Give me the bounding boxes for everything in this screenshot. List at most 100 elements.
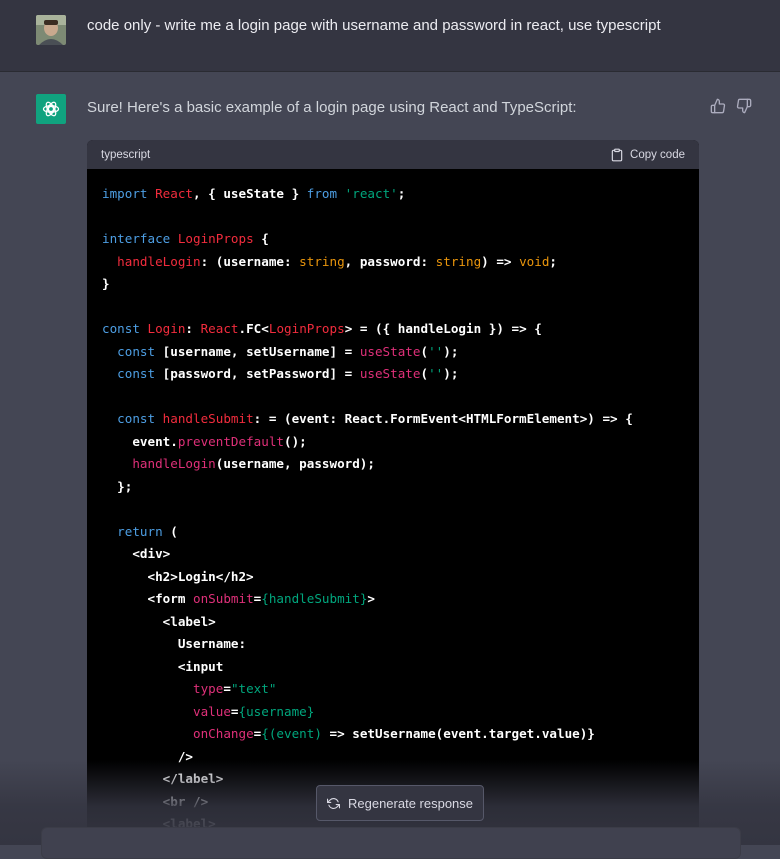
message-input[interactable] xyxy=(41,827,741,859)
code-token: ( xyxy=(420,343,429,359)
code-line: event.preventDefault(); xyxy=(102,431,684,454)
code-token: const xyxy=(117,411,163,426)
copy-code-button[interactable]: Copy code xyxy=(610,148,685,162)
code-token: useState xyxy=(359,366,421,381)
code-line: return ( xyxy=(102,521,684,544)
user-avatar xyxy=(36,15,66,45)
code-token: const xyxy=(102,321,148,336)
code-token: [password, setPassword] = xyxy=(162,366,360,381)
code-token: (); xyxy=(283,433,307,449)
regenerate-label: Regenerate response xyxy=(347,795,474,811)
code-line: <div> xyxy=(102,543,684,566)
code-token: (username, password); xyxy=(215,456,375,471)
code-token: [username, setUsername] = xyxy=(162,343,360,359)
code-line: onChange={(event) => setUsername(event.t… xyxy=(102,723,684,746)
code-token: = xyxy=(223,681,231,696)
code-token: {(event) xyxy=(261,726,322,741)
code-token: {username} xyxy=(238,703,315,719)
code-line: <label> xyxy=(102,611,684,634)
code-token: '' xyxy=(428,366,444,381)
code-line: Username: xyxy=(102,633,684,656)
code-token: , { useState } xyxy=(193,186,307,201)
code-token: : (username: xyxy=(200,253,300,269)
user-message-text: code only - write me a login page with u… xyxy=(87,17,661,34)
code-token: ; xyxy=(549,253,558,269)
code-token: '' xyxy=(428,343,444,359)
code-token: React xyxy=(200,321,239,336)
code-line: const [password, setPassword] = useState… xyxy=(102,363,684,386)
clipboard-icon xyxy=(611,148,623,161)
code-token: : xyxy=(185,321,201,336)
code-line: interface LoginProps { xyxy=(102,228,684,251)
code-token: > xyxy=(367,591,376,606)
code-token: string xyxy=(299,253,345,269)
code-token: <form xyxy=(102,591,193,606)
code-token: => setUsername(event.target.value)} xyxy=(321,726,595,741)
refresh-icon xyxy=(326,797,340,809)
thumbs-down-icon[interactable] xyxy=(734,96,754,116)
code-token: const xyxy=(117,366,163,381)
code-token: <div> xyxy=(102,546,171,561)
code-token: "text" xyxy=(230,681,277,696)
code-token: ; xyxy=(397,186,406,201)
code-line: } xyxy=(102,273,684,296)
thumbs-up-icon[interactable] xyxy=(708,96,728,116)
assistant-intro-text: Sure! Here's a basic example of a login … xyxy=(87,99,577,116)
code-token: > = ({ handleLogin }) => { xyxy=(344,321,542,336)
code-token: void xyxy=(519,253,550,269)
regenerate-response-button[interactable]: Regenerate response xyxy=(316,785,484,821)
code-block-header: typescript Copy code xyxy=(87,140,699,169)
code-token: handleSubmit xyxy=(162,411,254,426)
code-token: ( xyxy=(420,366,429,381)
code-line: const handleSubmit: = (event: React.Form… xyxy=(102,408,684,431)
code-content: import React, { useState } from 'react';… xyxy=(87,169,699,836)
code-language-label: typescript xyxy=(101,148,151,161)
code-token: type xyxy=(193,681,224,696)
code-line: }; xyxy=(102,476,684,499)
code-token: const xyxy=(117,343,163,359)
code-token: , password: xyxy=(344,253,436,269)
code-line: /> xyxy=(102,746,684,769)
code-token: <label> xyxy=(102,613,216,629)
code-token: 'react' xyxy=(344,186,398,201)
code-token: <h2>Login</h2> xyxy=(102,568,254,584)
code-token: React xyxy=(155,186,193,201)
code-token: onSubmit xyxy=(193,591,254,606)
code-token: event. xyxy=(102,433,178,449)
code-token: LoginProps xyxy=(177,231,254,246)
code-line: const Login: React.FC<LoginProps> = ({ h… xyxy=(102,318,684,341)
code-line: handleLogin(username, password); xyxy=(102,453,684,476)
code-token: /> xyxy=(102,748,193,764)
code-token: handleLogin xyxy=(117,253,201,269)
code-block: typescript Copy code import React, { use… xyxy=(87,140,699,845)
code-line: handleLogin: (username: string, password… xyxy=(102,251,684,274)
chatgpt-logo-icon xyxy=(36,94,66,124)
code-token: string xyxy=(435,253,482,269)
code-token: interface xyxy=(102,231,178,246)
code-token: ); xyxy=(443,343,459,359)
code-token: = (event: React.FormEvent<HTMLFormElemen… xyxy=(268,411,633,426)
code-token: }; xyxy=(102,478,133,494)
code-token: onChange xyxy=(193,726,254,741)
code-token: ) => xyxy=(481,253,520,269)
code-token: .FC< xyxy=(238,321,269,336)
code-line: <form onSubmit={handleSubmit}> xyxy=(102,588,684,611)
user-message-row: code only - write me a login page with u… xyxy=(0,0,780,72)
code-token: handleLogin xyxy=(132,456,216,471)
code-token: = xyxy=(230,703,239,719)
code-token: preventDefault xyxy=(177,433,284,449)
code-token: <input xyxy=(102,658,224,674)
code-line: <input xyxy=(102,656,684,679)
